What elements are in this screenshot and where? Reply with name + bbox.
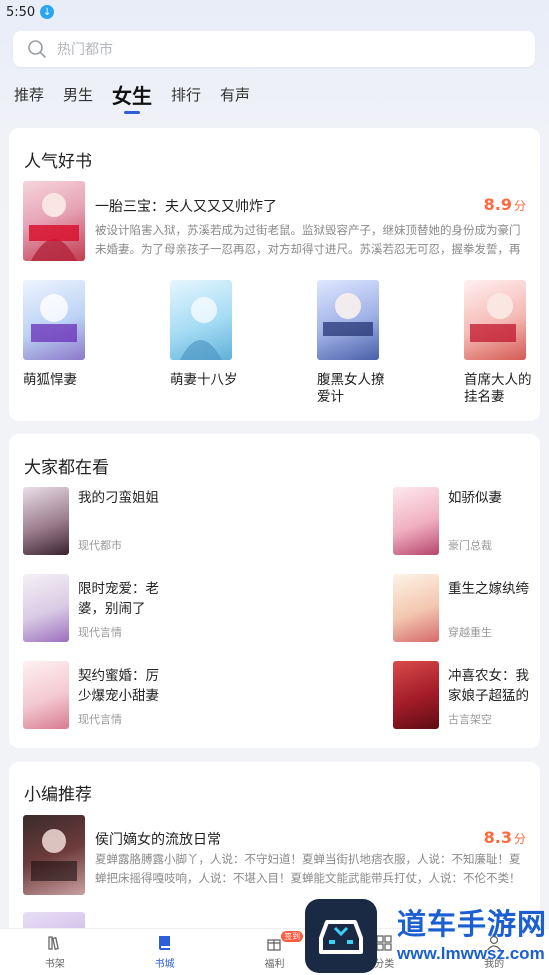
book-score: 8.3 分 [484, 828, 526, 847]
nav-label: 福利 [264, 959, 285, 970]
nav-bookshelf[interactable]: 书架 [0, 929, 110, 975]
book-cover[interactable] [23, 487, 69, 555]
section-title: 大家都在看 [24, 458, 109, 478]
book-cover[interactable] [393, 574, 439, 642]
popular-section: 人气好书 一胎三宝：夫人又又又帅炸了 8.9 分 被设计陷害入狱，苏溪若成为过街老… [9, 128, 540, 421]
list-book-title[interactable]: 冲喜农女：我家娘子超猛的 [448, 666, 532, 706]
book-cover[interactable] [393, 661, 439, 729]
book-category: 古言架空 [448, 713, 492, 726]
grid-book-title[interactable]: 萌狐悍妻 [23, 372, 93, 389]
checkin-badge: 签到 [281, 931, 304, 942]
cover-art-icon [29, 193, 79, 261]
grid-book-title[interactable]: 首席大人的挂名妻 [464, 372, 534, 406]
book-icon [158, 936, 170, 950]
book-category: 穿越重生 [448, 626, 492, 639]
status-time: 5:50 [6, 4, 36, 20]
tab-audio[interactable]: 有声 [220, 80, 250, 108]
cover-art-icon [180, 297, 222, 360]
book-category: 现代言情 [78, 626, 122, 639]
list-book-title[interactable]: 如骄似妻 [448, 488, 532, 508]
status-bar: 5:50 ↓ [0, 0, 549, 24]
book-category: 现代言情 [78, 713, 122, 726]
list-book-title[interactable]: 契约蜜婚：厉少爆宠小甜妻 [78, 666, 162, 706]
tab-ranking[interactable]: 排行 [171, 80, 201, 108]
book-cover[interactable] [23, 181, 85, 261]
book-cover[interactable] [170, 280, 232, 360]
book-score: 8.9 分 [484, 195, 526, 214]
grid-book-title[interactable]: 腹黑女人撩爱计 [317, 372, 387, 406]
tab-male[interactable]: 男生 [63, 80, 93, 108]
watermark-name: 道车手游网 [397, 907, 548, 941]
search-icon [28, 40, 46, 58]
tab-recommend[interactable]: 推荐 [14, 80, 44, 108]
book-cover[interactable] [464, 280, 526, 360]
watermark: 道车手游网 www.lmwwsz.com [305, 897, 549, 975]
book-category: 豪门总裁 [448, 539, 492, 552]
score-value: 8.9 [483, 195, 512, 214]
score-unit: 分 [513, 199, 526, 213]
search-input[interactable]: 热门都市 [13, 31, 535, 67]
book-cover[interactable] [23, 815, 85, 895]
watching-section: 大家都在看 我的刁蛮姐姐 现代都市 限时宠爱：老婆，别闹了 现代言情 契约蜜婚：… [9, 434, 540, 748]
grid-book-title[interactable]: 萌妻十八岁 [170, 372, 240, 389]
list-book-title[interactable]: 重生之嫁纨绔 [448, 579, 532, 599]
book-description: 被设计陷害入狱，苏溪若成为过街老鼠。监狱毁容产子，继妹顶替她的身份成为豪门未婚妻… [95, 223, 521, 256]
book-cover[interactable] [23, 280, 85, 360]
book-cover[interactable] [23, 574, 69, 642]
cover-art-icon [470, 293, 516, 342]
list-book-title[interactable]: 限时宠爱：老婆，别闹了 [78, 579, 162, 619]
nav-label: 书架 [44, 959, 65, 970]
nav-bookstore[interactable]: 书城 [110, 929, 220, 975]
featured-book-title[interactable]: 一胎三宝：夫人又又又帅炸了 [95, 196, 277, 216]
book-cover[interactable] [393, 487, 439, 555]
search-placeholder: 热门都市 [57, 42, 113, 58]
book-category: 现代都市 [78, 539, 122, 552]
cover-art-icon [31, 294, 77, 342]
nav-label: 书城 [154, 959, 175, 970]
watermark-url: www.lmwwsz.com [397, 944, 545, 963]
score-unit: 分 [513, 832, 526, 846]
download-icon: ↓ [40, 5, 55, 19]
book-cover[interactable] [23, 661, 69, 729]
cover-art-icon [323, 293, 373, 336]
list-book-title[interactable]: 我的刁蛮姐姐 [78, 488, 162, 508]
book-cover[interactable] [317, 280, 379, 360]
watermark-logo-icon [305, 899, 377, 973]
score-value: 8.3 [483, 828, 512, 847]
section-title: 小编推荐 [24, 785, 92, 805]
tab-female[interactable]: 女生 [112, 80, 152, 108]
book-description: 夏蝉露胳膊露小脚丫，人说：不守妇道！夏蝉当街扒地痞衣服，人说：不知廉耻！夏蝉把床… [95, 852, 521, 885]
cover-art-icon [31, 829, 77, 881]
section-title: 人气好书 [24, 152, 92, 172]
bookshelf-icon [48, 936, 59, 950]
featured-book-title[interactable]: 侯门嫡女的流放日常 [95, 829, 221, 849]
category-tabs: 推荐 男生 女生 排行 有声 [14, 80, 269, 108]
